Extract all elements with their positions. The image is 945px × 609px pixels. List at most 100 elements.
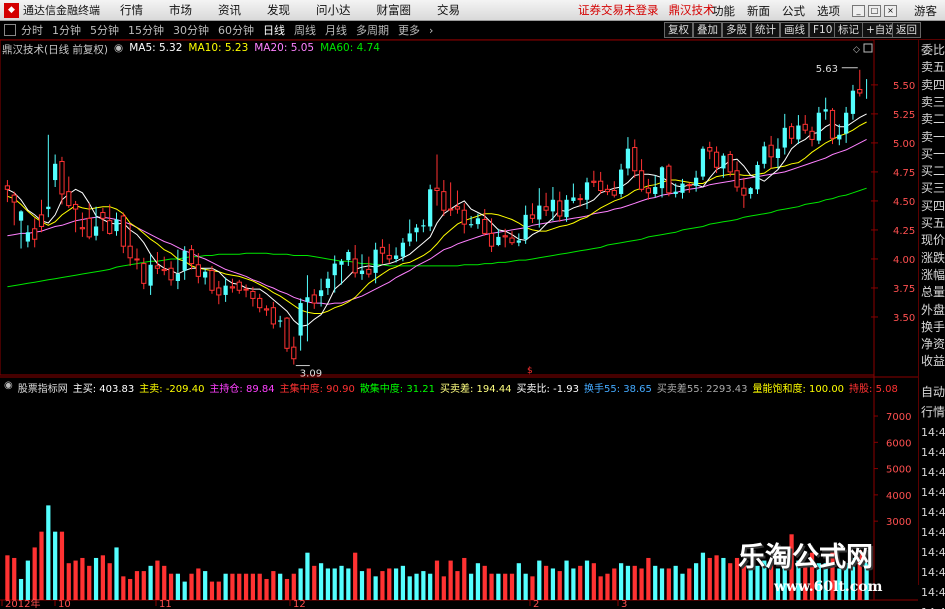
candle-body-down xyxy=(837,134,842,140)
stats-button[interactable]: 统计 xyxy=(751,22,780,38)
candle-body-up xyxy=(557,200,563,217)
guest-label[interactable]: 游客 xyxy=(914,3,937,19)
volume-bar-down xyxy=(653,565,658,600)
candle-body-up xyxy=(352,258,358,274)
period-monthly[interactable]: 月线 xyxy=(325,22,347,38)
candle-body-down xyxy=(332,263,337,276)
tick-time-label: 14:47 xyxy=(921,586,945,599)
volume-bar-down xyxy=(114,547,119,600)
menu-item-market[interactable]: 行情 xyxy=(120,2,143,18)
overlay-button[interactable]: 叠加 xyxy=(693,22,722,38)
volume-bar-down xyxy=(346,568,351,600)
volume-bar-up xyxy=(100,555,105,600)
volume-bar-down xyxy=(175,573,180,600)
date-axis-label: 11 xyxy=(159,599,172,609)
stock-title-label: 鼎汉技术(日线 前复权) xyxy=(2,44,109,56)
ma-settings-icon[interactable]: ◉ xyxy=(114,42,123,57)
candle-body-down xyxy=(618,169,624,194)
volume-bar-up xyxy=(73,560,78,600)
volume-bar-up xyxy=(80,557,85,600)
period-multi[interactable]: 多周期 xyxy=(356,22,389,38)
candle-body-down xyxy=(700,148,706,177)
current-stock-name: 鼎汉技术 xyxy=(668,3,715,17)
side-panel-label: 涨幅 xyxy=(921,267,945,282)
candle-body-up xyxy=(632,147,638,172)
menu-item-assistant[interactable]: 问小达 xyxy=(316,2,351,18)
candle-body-down xyxy=(46,206,51,210)
candle-body-up xyxy=(195,264,201,277)
candle-body-down xyxy=(775,148,781,158)
adjust-button[interactable]: 复权 xyxy=(664,22,693,38)
period-daily[interactable]: 日线 xyxy=(263,22,285,38)
minimize-icon[interactable]: _ xyxy=(852,4,865,17)
menu-options[interactable]: 选项 xyxy=(817,3,840,19)
period-5min[interactable]: 5分钟 xyxy=(90,22,119,38)
volume-bar-up xyxy=(503,573,508,600)
price-axis-label: 5.00 xyxy=(893,139,915,150)
period-1min[interactable]: 1分钟 xyxy=(52,22,81,38)
menu-item-markets[interactable]: 市场 xyxy=(169,2,192,18)
volume-bar-up xyxy=(489,573,494,600)
date-axis-label: 12 xyxy=(293,599,306,609)
menu-item-trade[interactable]: 交易 xyxy=(437,2,460,18)
candle-body-up xyxy=(482,219,488,234)
candle-body-down xyxy=(653,187,658,194)
retail-concentration-value: 散集中度: 31.21 xyxy=(359,384,435,395)
price-axis-label: 5.50 xyxy=(893,81,915,92)
volume-bar-down xyxy=(318,563,324,600)
volume-bar-down xyxy=(332,568,337,600)
side-panel-label: 卖一 xyxy=(921,129,945,144)
volume-bar-down xyxy=(373,576,378,600)
period-60min[interactable]: 60分钟 xyxy=(218,22,254,38)
volume-bar-up xyxy=(312,565,317,600)
period-30min[interactable]: 30分钟 xyxy=(173,22,209,38)
menu-item-discover[interactable]: 发现 xyxy=(267,2,290,18)
toggle-panel-icon[interactable] xyxy=(4,24,16,36)
indicator-name[interactable]: 股票指标网 xyxy=(18,380,68,395)
menu-item-news[interactable]: 资讯 xyxy=(218,2,241,18)
mark-button[interactable]: 标记 xyxy=(834,22,863,38)
volume-bar-up xyxy=(121,576,126,600)
volume-bar-up xyxy=(687,568,692,600)
candle-body-up xyxy=(386,254,392,260)
draw-button[interactable]: 画线 xyxy=(780,22,809,38)
menu-item-community[interactable]: 财富圈 xyxy=(377,2,412,18)
period-more[interactable]: 更多 xyxy=(398,22,420,38)
ma60-label: MA60: 4.74 xyxy=(320,42,380,54)
side-panel-label: 买三 xyxy=(921,181,945,196)
menu-function[interactable]: 功能 xyxy=(712,3,735,19)
back-button[interactable]: 返回 xyxy=(892,22,921,38)
close-icon[interactable]: × xyxy=(884,4,897,17)
indicator-header: ◉ 股票指标网 主买: 403.83 主卖: -209.40 主持仓: 89.8… xyxy=(4,380,903,395)
candle-body-down xyxy=(659,167,665,189)
candle-body-up xyxy=(161,268,167,272)
chevron-right-icon[interactable]: › xyxy=(429,24,433,37)
period-weekly[interactable]: 周线 xyxy=(294,22,316,38)
candle-body-up xyxy=(809,130,815,140)
volume-bar-up xyxy=(264,578,269,600)
turnover55-value: 换手55: 38.65 xyxy=(583,384,652,395)
maximize-icon[interactable]: □ xyxy=(868,4,881,17)
candle-body-up xyxy=(86,217,92,238)
indicator-settings-icon[interactable]: ◉ xyxy=(4,380,13,395)
menu-formula[interactable]: 公式 xyxy=(782,3,805,19)
volume-bar-up xyxy=(578,565,583,600)
period-15min[interactable]: 15分钟 xyxy=(128,22,164,38)
kline-chart[interactable]: 5.50 5.25 5.00 4.75 4.50 4.25 4.00 3.75 3.50 7000… xyxy=(0,40,918,609)
candle-body-up xyxy=(788,126,795,139)
candle-body-up xyxy=(4,185,11,190)
candle-body-down xyxy=(373,249,378,273)
candle-body-down xyxy=(584,182,590,200)
candle-body-up xyxy=(270,307,276,325)
side-panel-label: 净资 xyxy=(921,337,945,352)
period-timeshare[interactable]: 分时 xyxy=(21,22,43,38)
login-status[interactable]: 证券交易未登录 xyxy=(578,2,659,18)
f10-button[interactable]: F10 xyxy=(809,22,837,38)
candle-body-down xyxy=(114,219,119,232)
multi-stock-button[interactable]: 多股 xyxy=(722,22,751,38)
menu-new-page[interactable]: 新面 xyxy=(747,3,770,19)
candle-body-down xyxy=(796,125,801,140)
candle-body-down xyxy=(844,112,849,134)
tick-time-label: 14:47 xyxy=(921,426,945,439)
volume-bar-up xyxy=(448,560,453,600)
